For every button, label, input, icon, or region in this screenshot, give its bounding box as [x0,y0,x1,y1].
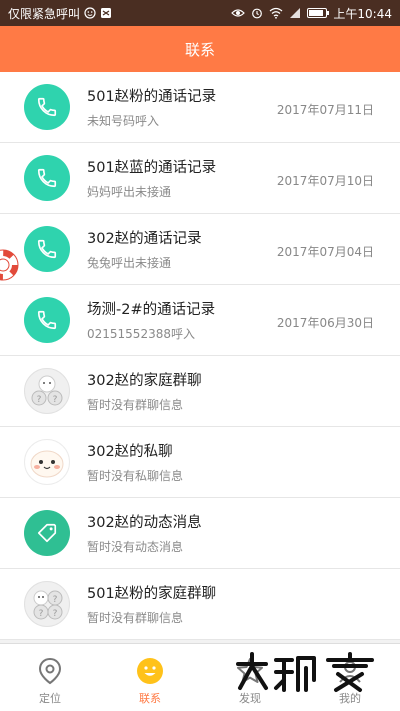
notification-face-icon [84,7,96,19]
list-item-date: 2017年07月10日 [276,174,374,188]
tab-location[interactable]: 定位 [0,644,100,711]
location-pin-icon [35,656,65,686]
svg-text:?: ? [53,595,58,605]
carrier-text: 仅限紧急呼叫 [8,6,81,21]
conversation-list[interactable]: 501赵粉的通话记录 未知号码呼入 2017年07月11日 501赵蓝的通话记录… [0,72,400,643]
phone-avatar-icon [24,155,70,201]
list-item-text: 302赵的动态消息 暂时没有动态消息 [87,511,374,555]
watermark-logo [236,652,374,692]
group-avatar-icon: ? ? ? [24,581,70,627]
eye-icon [231,9,246,17]
status-bar-left: 仅限紧急呼叫 [8,5,231,22]
tab-contact[interactable]: 联系 [100,644,200,711]
page-title: 联系 [184,40,215,59]
list-item[interactable]: 302赵的私聊 暂时没有私聊信息 [0,427,400,498]
tab-label: 联系 [139,692,161,705]
list-item-text: 501赵粉的家庭群聊 暂时没有群聊信息 [87,582,374,626]
status-bar-right: 上午10:44 [231,5,392,22]
svg-text:?: ? [39,609,44,619]
app-bar: 联系 [0,26,400,72]
list-item-date: 2017年07月11日 [276,103,374,117]
list-item-subtitle: 暂时没有动态消息 [87,540,184,554]
list-item-title: 302赵的家庭群聊 [87,373,202,389]
list-item[interactable]: ? ? ? 501赵粉的家庭群聊 暂时没有群聊信息 [0,569,400,640]
tag-avatar-icon [24,510,70,556]
face-avatar-icon [24,439,70,485]
list-item-text: 302赵的私聊 暂时没有私聊信息 [87,440,374,484]
wifi-icon [269,7,283,19]
status-time: 上午10:44 [333,6,392,21]
phone-avatar-icon [24,297,70,343]
phone-avatar-icon [24,84,70,130]
list-item-text: 302赵的家庭群聊 暂时没有群聊信息 [87,369,374,413]
list-item-date: 2017年07月04日 [276,245,374,259]
svg-text:?: ? [37,395,42,405]
lifebuoy-icon[interactable] [0,248,20,282]
notification-app-icon [101,8,112,18]
list-item[interactable]: 501赵粉的通话记录 未知号码呼入 2017年07月11日 [0,72,400,143]
list-item[interactable]: 场测-2#的通话记录 02151552388呼入 2017年06月30日 [0,285,400,356]
signal-icon [290,8,301,18]
alarm-icon [252,8,263,19]
list-item[interactable]: 302赵的动态消息 暂时没有动态消息 [0,498,400,569]
tab-label: 定位 [39,692,61,705]
list-item-title: 302赵的动态消息 [87,515,202,531]
smiley-icon [135,656,165,686]
list-item[interactable]: ? ? 302赵的家庭群聊 暂时没有群聊信息 [0,356,400,427]
list-item-subtitle: 暂时没有群聊信息 [87,611,184,625]
list-item[interactable]: 501赵蓝的通话记录 妈妈呼出未接通 2017年07月10日 [0,143,400,214]
battery-icon [307,8,330,18]
list-item-subtitle: 暂时没有群聊信息 [87,398,184,412]
group-avatar-icon: ? ? [24,368,70,414]
status-bar: 仅限紧急呼叫 上午10:44 [0,0,400,26]
svg-text:?: ? [53,609,58,619]
list-item[interactable]: 302赵的通话记录 兔兔呼出未接通 2017年07月04日 [0,214,400,285]
list-item-date: 2017年06月30日 [276,316,374,330]
phone-avatar-icon [24,226,70,272]
list-item-subtitle: 暂时没有私聊信息 [87,469,184,483]
svg-text:?: ? [53,395,58,405]
list-item-title: 302赵的私聊 [87,444,173,460]
list-item-title: 501赵粉的家庭群聊 [87,586,217,602]
